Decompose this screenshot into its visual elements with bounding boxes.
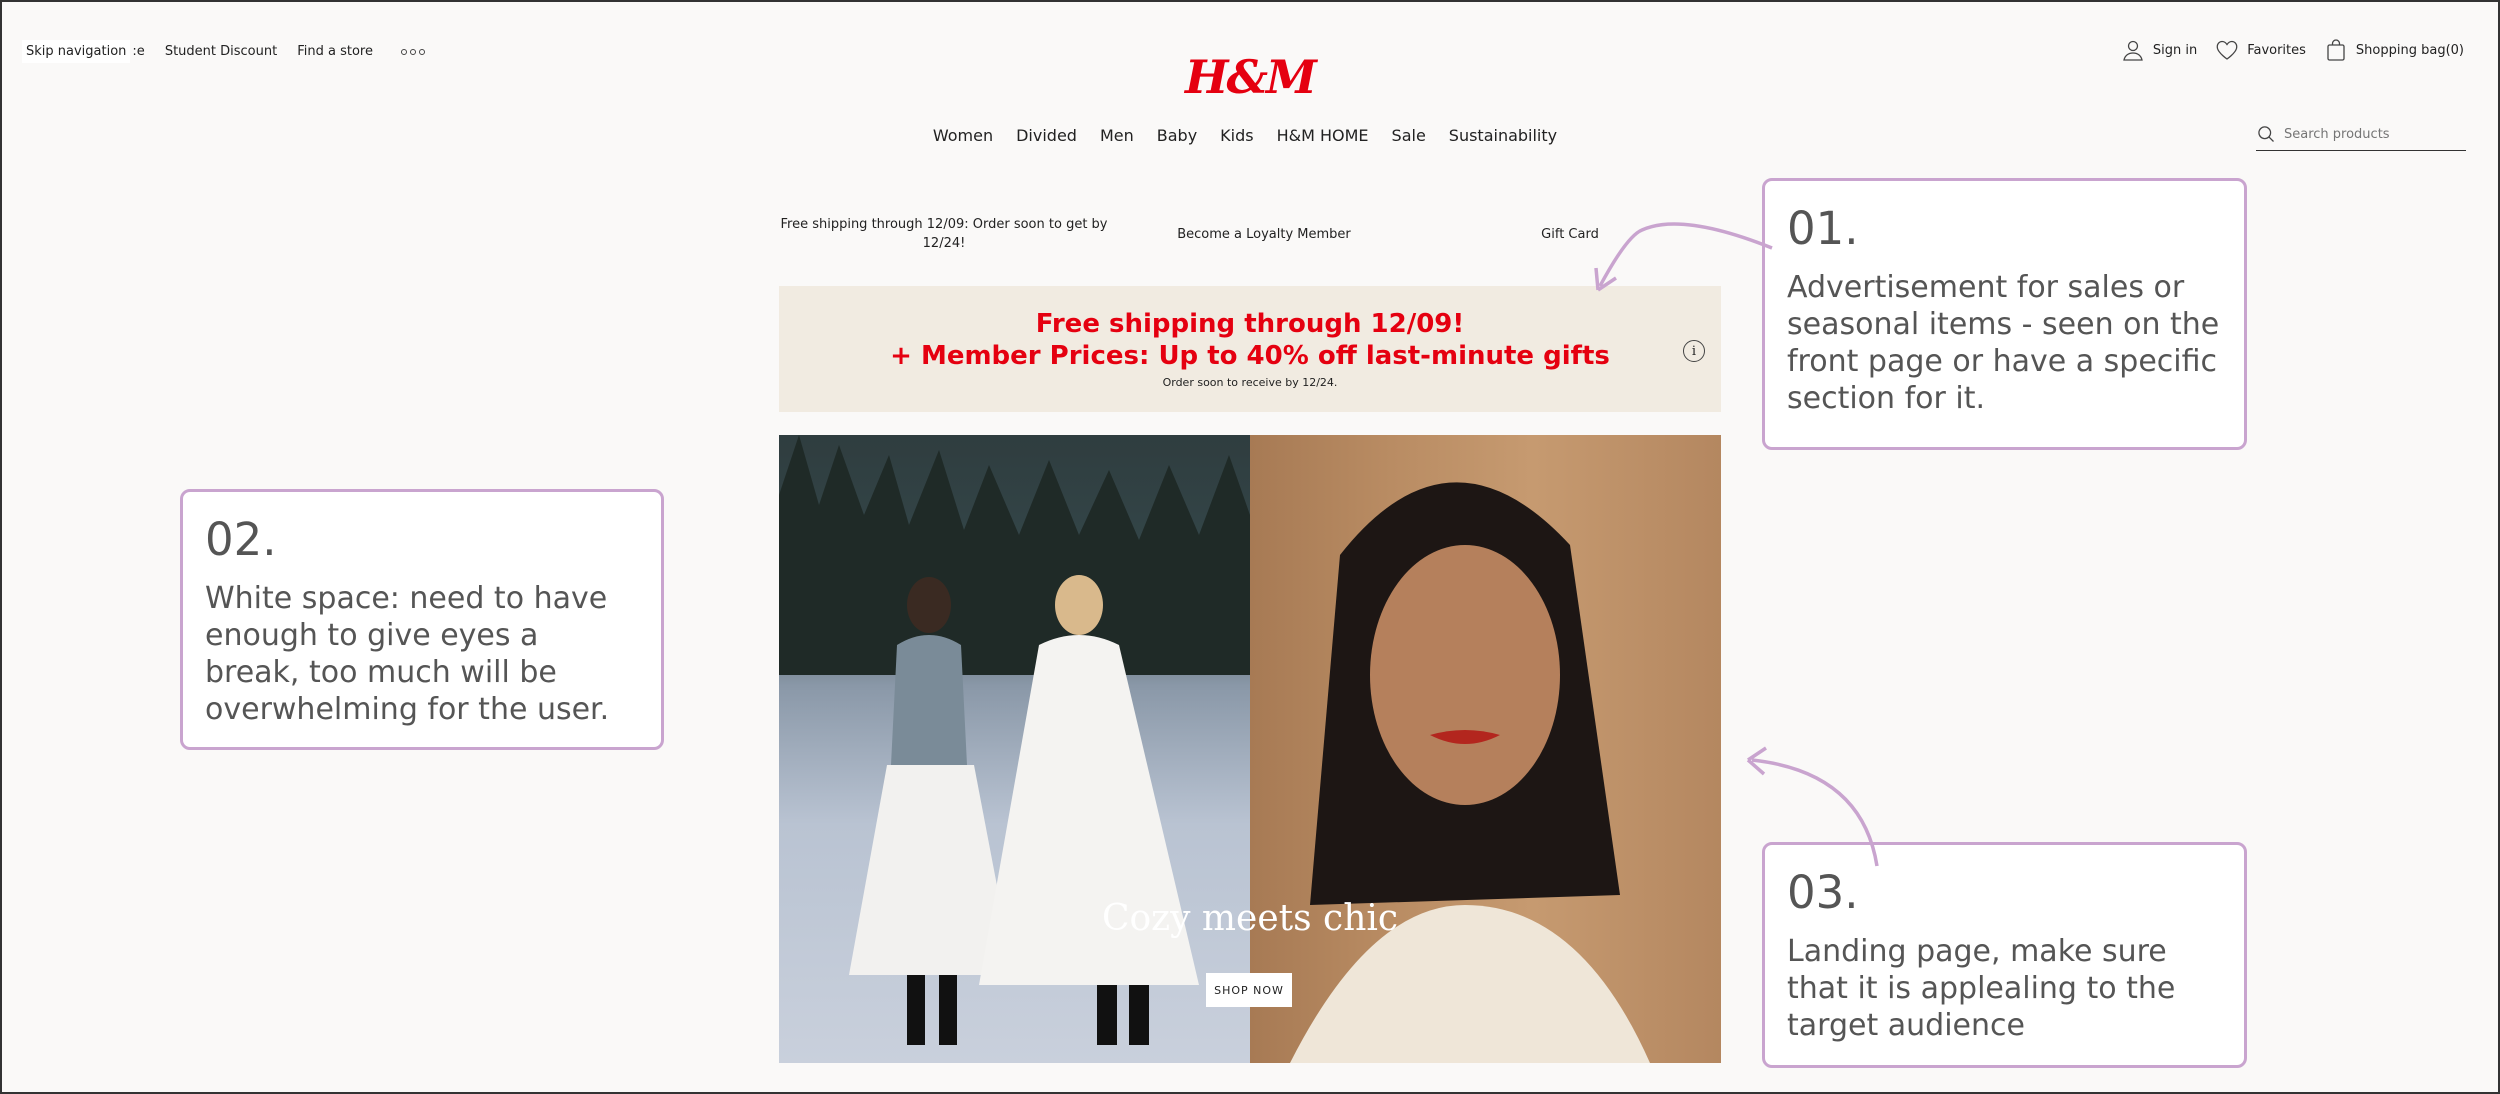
models-illustration <box>849 575 1199 1045</box>
hero-title: Cozy meets chic <box>1101 898 1399 939</box>
annotation-number: 01. <box>1787 202 1859 255</box>
nav-item-sustainability[interactable]: Sustainability <box>1449 126 1557 145</box>
nav-item-baby[interactable]: Baby <box>1157 126 1197 145</box>
shipping-promo-link[interactable]: Free shipping through 12/09: Order soon … <box>779 216 1109 254</box>
gift-card-link[interactable]: Gift Card <box>1419 227 1721 242</box>
search-bar <box>2256 124 2466 151</box>
annotation-card-01: 01. Advertisement for sales or seasonal … <box>1762 178 2247 450</box>
banner-subtext: Order soon to receive by 12/24. <box>1162 376 1338 389</box>
shopping-bag-label: Shopping bag(0) <box>2355 42 2464 58</box>
portrait-illustration <box>1290 482 1650 1063</box>
student-discount-link[interactable]: Student Discount <box>165 44 277 59</box>
nav-item-women[interactable]: Women <box>933 126 993 145</box>
banner-headline-2: + Member Prices: Up to 40% off last-minu… <box>890 341 1610 371</box>
annotation-text: White space: need to have enough to give… <box>205 581 610 727</box>
promo-banner[interactable]: Free shipping through 12/09! + Member Pr… <box>779 286 1721 412</box>
nav-item-men[interactable]: Men <box>1100 126 1134 145</box>
sign-in-label: Sign in <box>2152 42 2198 58</box>
nav-item-hm-home[interactable]: H&M HOME <box>1277 126 1369 145</box>
banner-headline-1: Free shipping through 12/09! <box>1035 309 1465 339</box>
annotation-text: Advertisement for sales or seasonal item… <box>1787 270 2220 416</box>
loyalty-member-link[interactable]: Become a Loyalty Member <box>1109 227 1419 242</box>
favorites-button[interactable]: Favorites <box>2215 38 2306 62</box>
info-icon[interactable]: i <box>1683 340 1705 362</box>
shopping-bag-icon <box>2327 39 2345 61</box>
search-input[interactable] <box>2284 126 2454 142</box>
heart-icon <box>2216 40 2238 60</box>
utility-bar-right: Sign in Favorites Shopping bag(0) <box>2121 38 2464 62</box>
more-icon[interactable] <box>400 48 425 55</box>
user-icon <box>2123 40 2143 61</box>
search-icon[interactable] <box>2256 124 2276 144</box>
hero-photo-left <box>779 435 1250 1063</box>
annotation-number: 03. <box>1787 866 1859 919</box>
favorites-label: Favorites <box>2247 42 2306 58</box>
skip-navigation-tail: :e <box>132 44 145 59</box>
main-navigation: Women Divided Men Baby Kids H&M HOME Sal… <box>2 126 2500 145</box>
annotation-card-03: 03. Landing page, make sure that it is a… <box>1762 842 2247 1068</box>
nav-item-kids[interactable]: Kids <box>1220 126 1253 145</box>
utility-bar-left: Skip navigation :e Student Discount Find… <box>22 40 425 63</box>
annotation-text: Landing page, make sure that it is apple… <box>1787 934 2176 1043</box>
find-store-link[interactable]: Find a store <box>297 44 373 59</box>
nav-item-divided[interactable]: Divided <box>1016 126 1077 145</box>
promo-strip: Free shipping through 12/09: Order soon … <box>779 216 1721 254</box>
annotation-number: 02. <box>205 513 277 566</box>
shopping-bag-button[interactable]: Shopping bag(0) <box>2324 38 2464 62</box>
brand-logo[interactable]: H&M <box>1185 50 1317 104</box>
annotation-card-02: 02. White space: need to have enough to … <box>180 489 664 750</box>
arrow-03-head <box>1746 746 1767 776</box>
skip-navigation-link[interactable]: Skip navigation <box>22 40 131 63</box>
shop-now-button[interactable]: SHOP NOW <box>1206 973 1292 1007</box>
hero-photo-right <box>1250 435 1721 1063</box>
sign-in-button[interactable]: Sign in <box>2121 38 2197 62</box>
hero-landing-image[interactable]: Cozy meets chic SHOP NOW <box>779 435 1721 1063</box>
nav-item-sale[interactable]: Sale <box>1392 126 1426 145</box>
